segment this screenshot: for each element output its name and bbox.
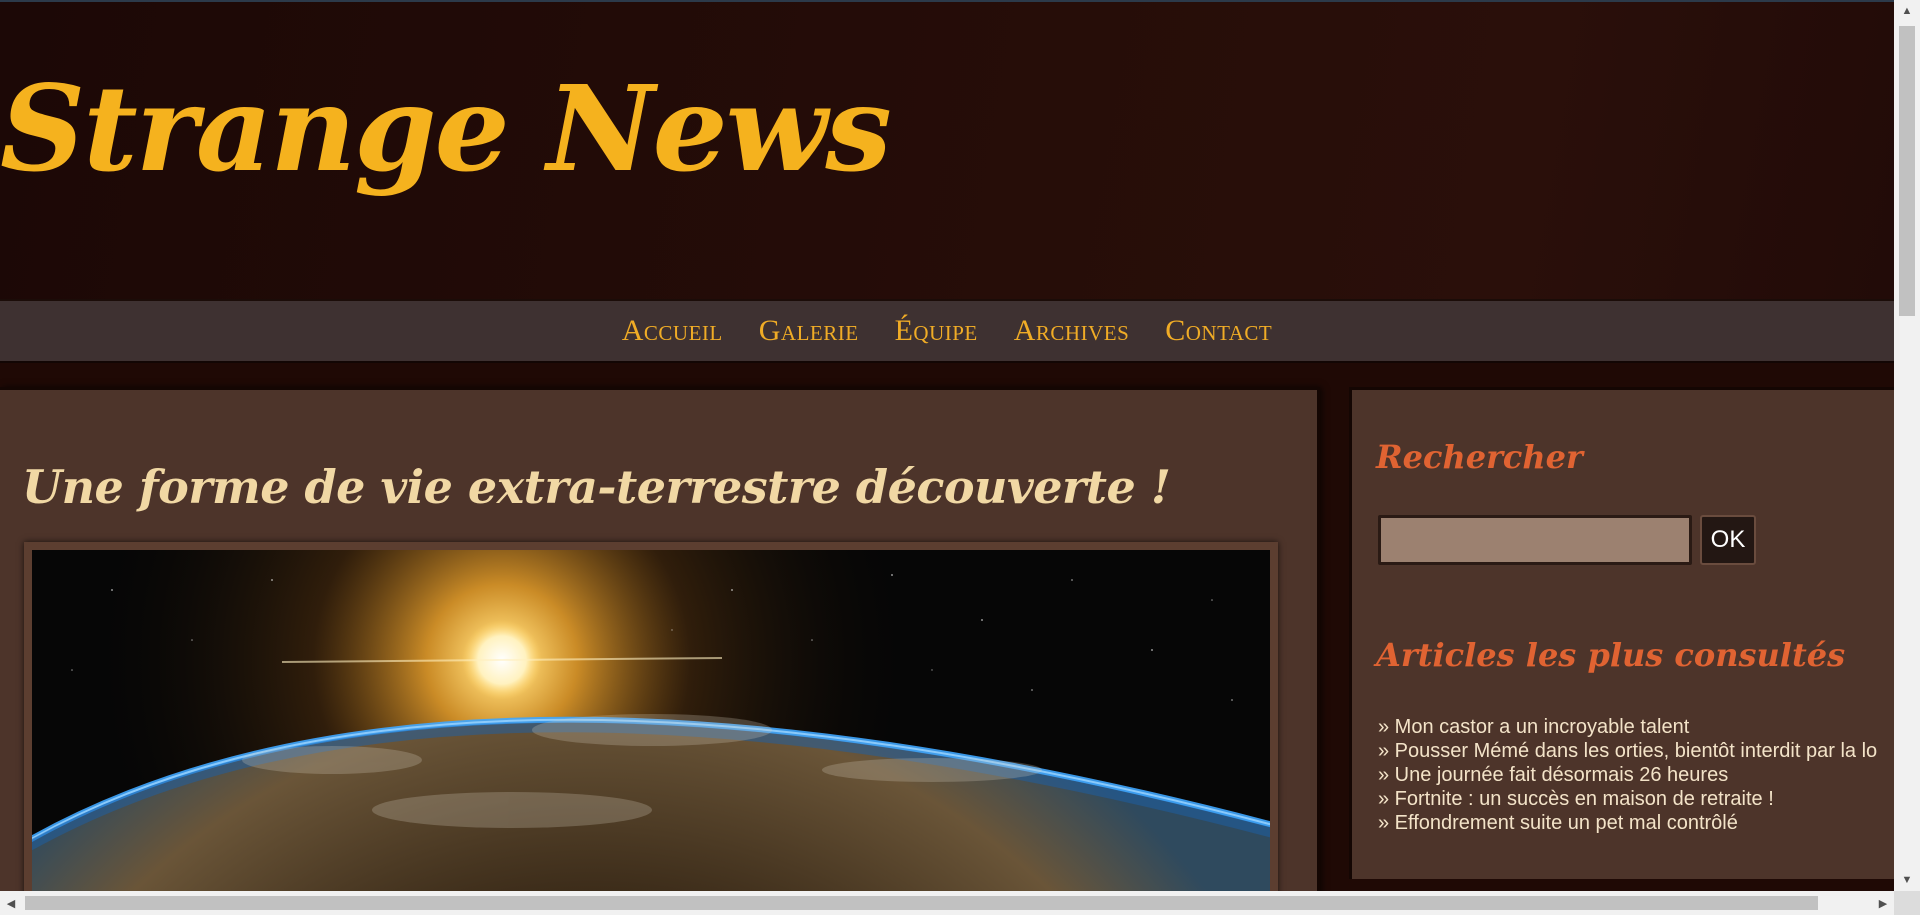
scrollbar-corner <box>1894 891 1920 915</box>
article-image <box>24 542 1278 891</box>
list-item[interactable]: » Mon castor a un incroyable talent <box>1378 715 1894 739</box>
site-header: Strange News <box>0 2 1894 299</box>
scroll-right-icon[interactable]: ▶ <box>1872 891 1894 915</box>
scroll-up-icon[interactable]: ▲ <box>1894 0 1920 22</box>
list-item[interactable]: » Une journée fait désormais 26 heures <box>1378 763 1894 787</box>
horizontal-scrollbar[interactable]: ◀ ▶ <box>0 891 1894 915</box>
nav-item-galerie[interactable]: Galerie <box>759 314 859 348</box>
search-heading: Rechercher <box>1376 438 1583 476</box>
nav-item-accueil[interactable]: Accueil <box>622 314 723 348</box>
sidebar: Rechercher OK Articles les plus consulté… <box>1349 387 1894 879</box>
article-title[interactable]: Une forme de vie extra-terrestre découve… <box>22 460 1171 514</box>
page-viewport: Strange News Accueil Galerie Équipe Arch… <box>0 2 1894 891</box>
list-item[interactable]: » Pousser Mémé dans les orties, bientôt … <box>1378 739 1894 763</box>
scroll-left-icon[interactable]: ◀ <box>0 891 22 915</box>
earth-sunrise-image <box>32 550 1270 891</box>
vertical-scroll-thumb[interactable] <box>1899 26 1915 316</box>
popular-articles-list: » Mon castor a un incroyable talent » Po… <box>1378 715 1894 835</box>
list-item[interactable]: » Effondrement suite un pet mal contrôlé <box>1378 811 1894 835</box>
horizontal-scroll-thumb[interactable] <box>25 896 1818 910</box>
search-input[interactable] <box>1378 515 1692 565</box>
vertical-scrollbar[interactable]: ▲ ▼ <box>1894 0 1920 891</box>
popular-articles-heading: Articles les plus consultés <box>1376 636 1846 674</box>
list-item[interactable]: » Fortnite : un succès en maison de retr… <box>1378 787 1894 811</box>
nav-item-contact[interactable]: Contact <box>1165 314 1272 348</box>
scroll-down-icon[interactable]: ▼ <box>1894 869 1920 891</box>
nav-item-equipe[interactable]: Équipe <box>895 314 978 348</box>
main-nav: Accueil Galerie Équipe Archives Contact <box>0 299 1894 363</box>
site-title[interactable]: Strange News <box>0 70 892 188</box>
main-content: Une forme de vie extra-terrestre découve… <box>0 387 1320 891</box>
nav-item-archives[interactable]: Archives <box>1014 314 1130 348</box>
search-button[interactable]: OK <box>1700 515 1756 565</box>
